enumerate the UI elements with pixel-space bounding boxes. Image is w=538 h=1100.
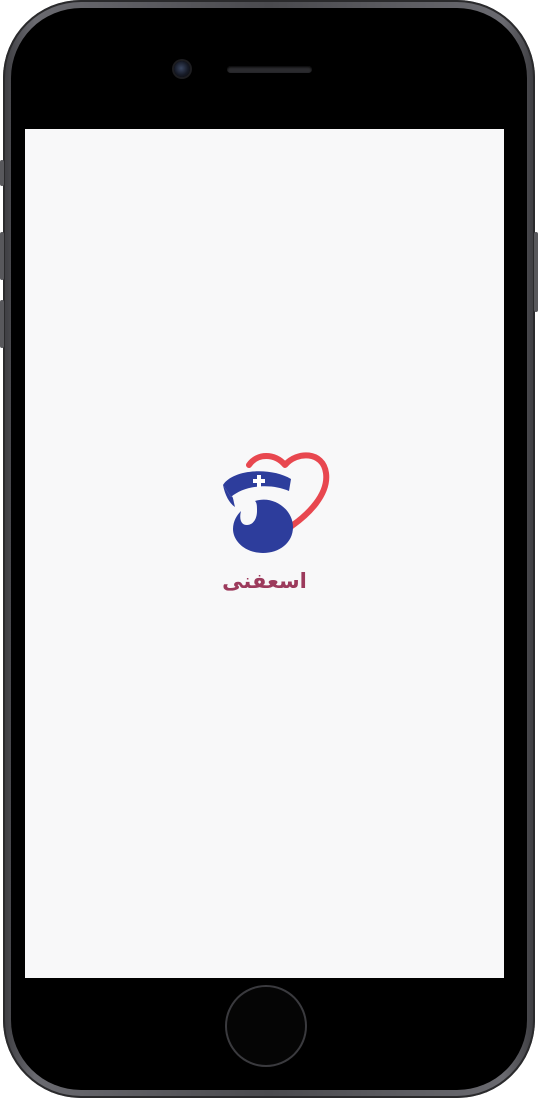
power-button <box>534 232 538 312</box>
front-camera-icon <box>174 61 190 77</box>
splash-screen: اسعفنى <box>25 129 504 978</box>
nurse-heart-logo-icon <box>223 452 330 553</box>
nurse-head-icon <box>233 499 293 553</box>
earpiece-speaker <box>227 66 312 73</box>
app-name: اسعفنى <box>222 569 307 593</box>
volume-up-button <box>0 232 4 280</box>
volume-down-button <box>0 300 4 348</box>
home-button-icon[interactable] <box>227 987 305 1065</box>
mute-switch <box>0 160 4 186</box>
